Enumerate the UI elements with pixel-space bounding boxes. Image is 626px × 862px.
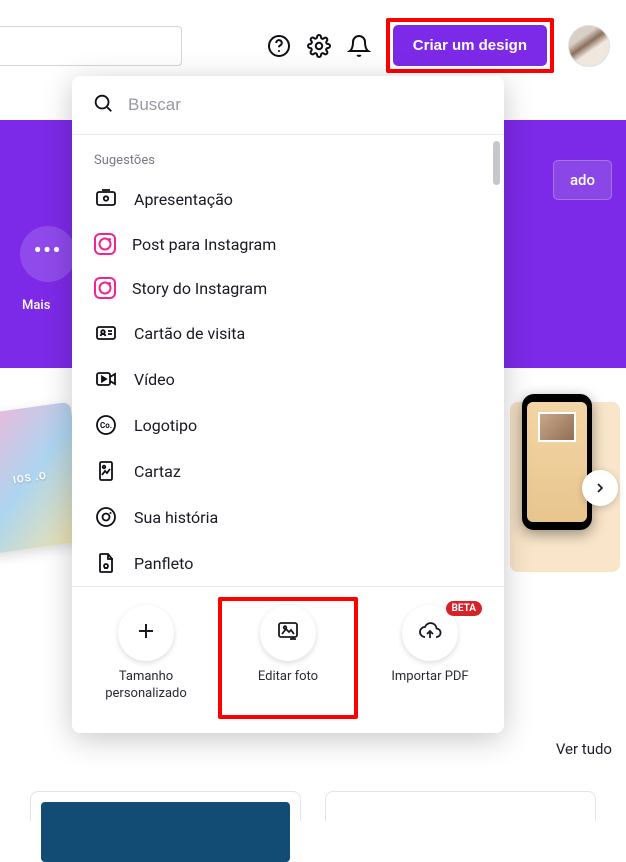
phone-mockup <box>522 394 592 530</box>
suggestions-heading: Sugestões <box>72 135 504 176</box>
suggestion-your-story[interactable]: Sua história <box>72 494 504 540</box>
avatar[interactable] <box>568 25 610 67</box>
cloud-upload-icon <box>418 619 442 647</box>
more-label: Mais <box>22 298 50 313</box>
suggestion-label: Vídeo <box>134 370 175 389</box>
presentation-icon <box>94 187 118 211</box>
suggestion-logo[interactable]: Co. Logotipo <box>72 402 504 448</box>
flyer-icon <box>94 551 118 575</box>
recent-card[interactable] <box>325 791 596 821</box>
suggestion-flyer[interactable]: Panfleto <box>72 540 504 586</box>
bottom-card-row <box>30 791 596 821</box>
dropdown-search-row <box>72 76 504 135</box>
gear-icon[interactable] <box>306 33 332 59</box>
plus-icon <box>134 619 158 647</box>
create-button-highlight: Criar um design <box>386 18 554 73</box>
suggestion-label: Logotipo <box>134 416 197 435</box>
scrollbar-thumb[interactable] <box>493 141 500 185</box>
dropdown-search-input[interactable] <box>128 95 484 115</box>
bell-icon[interactable] <box>346 33 372 59</box>
logo-icon: Co. <box>94 413 118 437</box>
see-all-link[interactable]: Ver tudo <box>556 740 612 758</box>
suggestion-label: Sua história <box>134 508 218 527</box>
custom-size-button[interactable]: Tamanho personalizado <box>80 601 212 711</box>
poster-icon <box>94 459 118 483</box>
search-icon <box>92 92 114 118</box>
action-label: Tamanho personalizado <box>98 669 194 703</box>
suggestion-business-card[interactable]: Cartão de visita <box>72 310 504 356</box>
dropdown-actions: Tamanho personalizado Editar foto BETA <box>72 586 504 711</box>
suggestion-poster[interactable]: Cartaz <box>72 448 504 494</box>
image-edit-icon <box>276 619 300 647</box>
suggestion-presentation[interactable]: Apresentação <box>72 176 504 222</box>
hero-button-fragment[interactable]: ado <box>553 160 612 200</box>
suggestion-instagram-story[interactable]: Story do Instagram <box>72 266 504 310</box>
suggestion-instagram-post[interactable]: Post para Instagram <box>72 222 504 266</box>
instagram-icon <box>94 277 116 299</box>
top-header: Criar um design <box>0 0 626 87</box>
create-design-dropdown: Sugestões Apresentação Post para Instagr… <box>72 76 504 733</box>
svg-text:Co.: Co. <box>100 421 112 430</box>
dropdown-scroll-area: Sugestões Apresentação Post para Instagr… <box>72 135 504 586</box>
suggestion-label: Post para Instagram <box>132 235 276 254</box>
carousel-next-button[interactable] <box>582 470 618 506</box>
business-card-icon <box>94 321 118 345</box>
edit-photo-button[interactable]: Editar foto <box>218 597 358 719</box>
suggestion-video[interactable]: Vídeo <box>72 356 504 402</box>
video-icon <box>94 367 118 391</box>
instagram-icon <box>94 233 116 255</box>
suggestion-label: Panfleto <box>134 554 193 573</box>
create-design-button[interactable]: Criar um design <box>393 25 547 66</box>
suggestion-label: Cartaz <box>134 462 181 481</box>
beta-badge: BETA <box>446 601 483 616</box>
story-icon <box>94 505 118 529</box>
recent-card[interactable] <box>30 791 301 821</box>
import-pdf-button[interactable]: BETA Importar PDF <box>364 601 496 711</box>
action-label: Importar PDF <box>391 669 468 686</box>
suggestion-label: Story do Instagram <box>132 279 267 298</box>
action-label: Editar foto <box>258 669 318 686</box>
suggestion-label: Apresentação <box>134 190 233 209</box>
more-button[interactable]: ••• <box>20 226 76 282</box>
phone-photo <box>538 412 576 442</box>
global-search-edge[interactable] <box>0 26 182 66</box>
suggestion-label: Cartão de visita <box>134 324 245 343</box>
help-icon[interactable] <box>266 33 292 59</box>
